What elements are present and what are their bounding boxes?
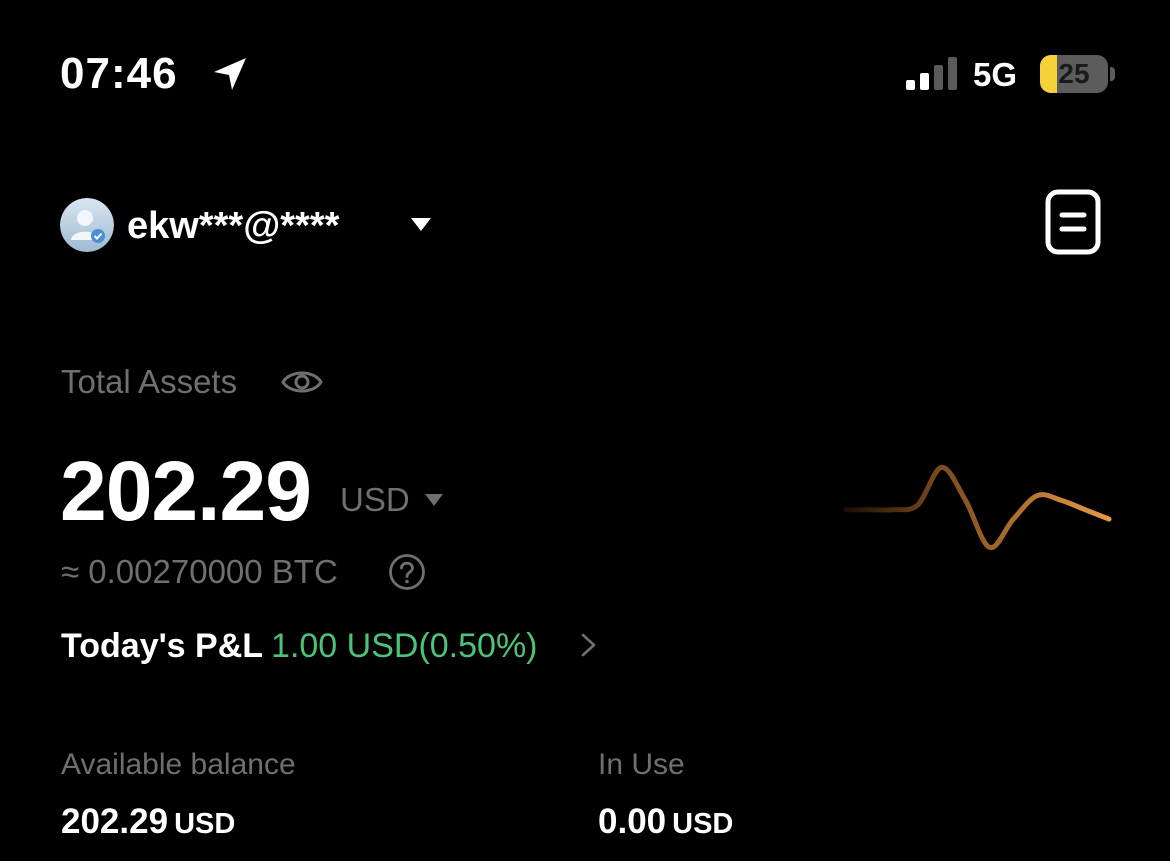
- cellular-signal-icon: [906, 57, 957, 90]
- battery-icon: 25: [1040, 55, 1108, 93]
- network-type: 5G: [973, 56, 1018, 93]
- status-bar: 07:46 5G 25: [0, 0, 1170, 150]
- location-arrow-icon: [214, 58, 246, 90]
- wallet-screen: 07:46 5G 25 ekw***@**** Total Assets 202…: [0, 0, 1170, 861]
- user-avatar-icon[interactable]: [60, 198, 114, 252]
- available-balance-label: Available balance: [61, 748, 296, 781]
- in-use-amount: 0.00: [598, 802, 667, 841]
- todays-pnl-row[interactable]: Today's P&L 1.00 USD(0.50%): [61, 624, 538, 668]
- assets-sparkline: [843, 464, 1112, 550]
- caret-down-icon[interactable]: [410, 216, 432, 232]
- currency-label: USD: [340, 481, 410, 518]
- in-use-value: 0.00 USD: [598, 800, 733, 851]
- available-balance-value: 202.29 USD: [61, 800, 235, 851]
- btc-equivalent: ≈ 0.00270000 BTC: [61, 553, 338, 590]
- in-use-currency: USD: [672, 808, 734, 840]
- pnl-label: Today's P&L: [61, 627, 264, 665]
- battery-cap: [1110, 67, 1115, 81]
- eye-icon[interactable]: [280, 364, 324, 400]
- battery-percent: 25: [1058, 58, 1090, 89]
- document-icon[interactable]: [1044, 188, 1104, 256]
- question-circle-icon[interactable]: [388, 553, 426, 591]
- sparkline-path: [843, 464, 1112, 550]
- caret-down-icon: [425, 494, 443, 506]
- total-assets-value: 202.29: [60, 444, 312, 538]
- available-balance-amount: 202.29: [61, 802, 169, 841]
- pnl-value: 1.00 USD(0.50%): [271, 627, 538, 665]
- status-time: 07:46: [60, 49, 178, 98]
- currency-selector[interactable]: USD: [340, 478, 443, 522]
- total-assets-label: Total Assets: [61, 363, 238, 400]
- in-use-label: In Use: [598, 748, 685, 781]
- chevron-right-icon[interactable]: [580, 631, 598, 659]
- available-balance-currency: USD: [174, 808, 236, 840]
- account-name[interactable]: ekw***@****: [127, 204, 339, 248]
